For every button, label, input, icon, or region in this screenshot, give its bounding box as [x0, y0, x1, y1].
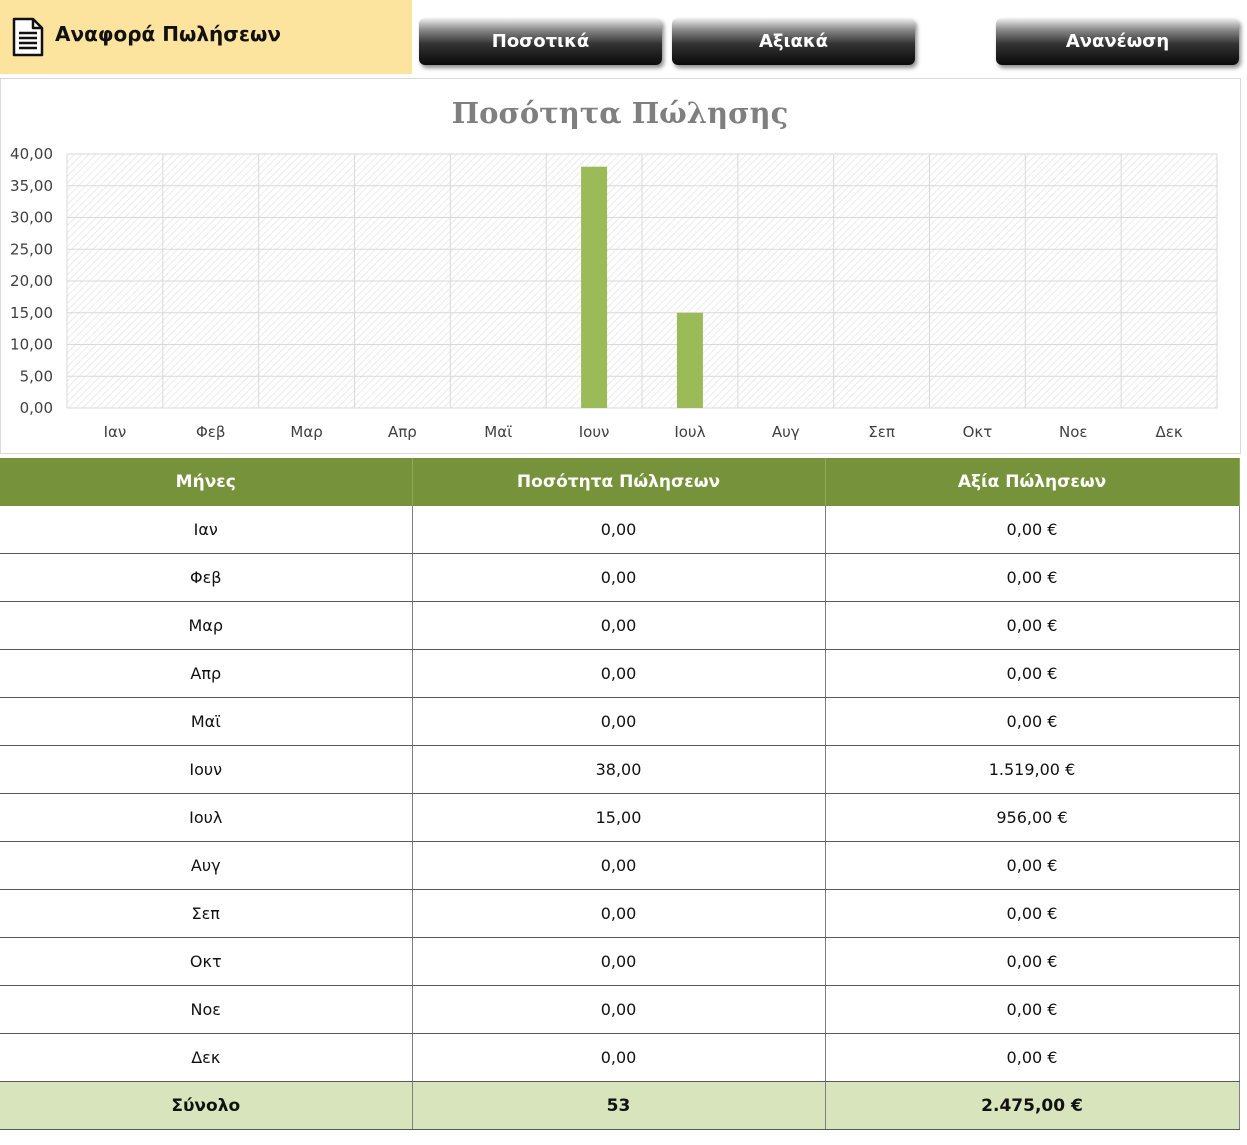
x-tick-label: Φεβ — [196, 423, 226, 441]
table-row: Απρ 0,00 0,00 € — [0, 649, 1240, 698]
quantity-cell[interactable]: 38,00 — [412, 745, 826, 794]
x-tick-label: Απρ — [388, 423, 417, 441]
month-cell[interactable]: Ιαν — [0, 506, 413, 554]
report-title: Αναφορά Πωλήσεων — [55, 22, 281, 46]
table-row: Ιαν 0,00 0,00 € — [0, 506, 1240, 554]
total-value[interactable]: 2.475,00 € — [825, 1081, 1240, 1130]
month-cell[interactable]: Μαρ — [0, 601, 413, 650]
total-quantity[interactable]: 53 — [412, 1081, 826, 1130]
chart-canvas: Ποσότητα Πώλησης 0,00 5,00 10,00 15,00 20,00… — [10, 96, 1218, 441]
document-icon — [12, 17, 44, 57]
quantity-cell[interactable]: 0,00 — [412, 985, 826, 1034]
quantity-cell[interactable]: 15,00 — [412, 793, 826, 842]
x-tick-label: Μαϊ — [484, 423, 512, 441]
x-tick-label: Οκτ — [963, 423, 993, 441]
table-row: Δεκ 0,00 0,00 € — [0, 1033, 1240, 1082]
quantity-cell[interactable]: 0,00 — [412, 697, 826, 746]
month-cell[interactable]: Φεβ — [0, 553, 413, 602]
month-cell[interactable]: Νοε — [0, 985, 413, 1034]
refresh-button[interactable]: Ανανέωση — [996, 18, 1239, 65]
quantity-cell[interactable]: 0,00 — [412, 506, 826, 554]
table-row: Μαϊ 0,00 0,00 € — [0, 697, 1240, 746]
x-tick-label: Ιουλ — [674, 423, 705, 441]
x-tick-label: Νοε — [1059, 423, 1088, 441]
value-cell[interactable]: 0,00 € — [825, 985, 1240, 1034]
total-row: Σύνολο 53 2.475,00 € — [0, 1081, 1240, 1130]
table-row: Ιουν 38,00 1.519,00 € — [0, 745, 1240, 794]
report-title-box: Αναφορά Πωλήσεων — [0, 0, 412, 74]
x-tick-label: Σεπ — [868, 423, 895, 441]
table-row: Μαρ 0,00 0,00 € — [0, 601, 1240, 650]
y-tick-label: 40,00 — [10, 145, 53, 163]
value-cell[interactable]: 0,00 € — [825, 506, 1240, 554]
table-row: Σεπ 0,00 0,00 € — [0, 889, 1240, 938]
month-cell[interactable]: Οκτ — [0, 937, 413, 986]
month-cell[interactable]: Μαϊ — [0, 697, 413, 746]
y-tick-label: 15,00 — [10, 304, 53, 322]
y-tick-label: 10,00 — [10, 336, 53, 354]
table-row: Φεβ 0,00 0,00 € — [0, 553, 1240, 602]
sales-table: Μήνες Ποσότητα Πώλησεων Αξία Πώλησεων Ια… — [0, 458, 1240, 1130]
month-cell[interactable]: Ιουλ — [0, 793, 413, 842]
quantity-cell[interactable]: 0,00 — [412, 889, 826, 938]
y-tick-label: 0,00 — [20, 399, 53, 417]
bar-5 — [581, 166, 608, 408]
value-cell[interactable]: 0,00 € — [825, 889, 1240, 938]
y-tick-label: 5,00 — [20, 367, 53, 385]
header-months: Μήνες — [0, 458, 413, 506]
value-cell[interactable]: 0,00 € — [825, 649, 1240, 698]
month-cell[interactable]: Ιουν — [0, 745, 413, 794]
y-tick-label: 30,00 — [10, 209, 53, 227]
quantity-cell[interactable]: 0,00 — [412, 1033, 826, 1082]
value-cell[interactable]: 0,00 € — [825, 697, 1240, 746]
month-cell[interactable]: Απρ — [0, 649, 413, 698]
chart-title: Ποσότητα Πώλησης — [452, 96, 789, 130]
values-button[interactable]: Αξιακά — [672, 18, 915, 65]
sales-quantity-chart: Ποσότητα Πώλησης 0,00 5,00 10,00 15,00 20,00… — [0, 78, 1241, 454]
header-value: Αξία Πώλησεων — [825, 458, 1240, 506]
table-row: Ιουλ 15,00 956,00 € — [0, 793, 1240, 842]
month-cell[interactable]: Δεκ — [0, 1033, 413, 1082]
month-cell[interactable]: Σεπ — [0, 889, 413, 938]
month-cell[interactable]: Αυγ — [0, 841, 413, 890]
table-row: Αυγ 0,00 0,00 € — [0, 841, 1240, 890]
value-cell[interactable]: 0,00 € — [825, 553, 1240, 602]
total-label[interactable]: Σύνολο — [0, 1081, 413, 1130]
value-cell[interactable]: 956,00 € — [825, 793, 1240, 842]
quantity-cell[interactable]: 0,00 — [412, 841, 826, 890]
x-tick-label: Ιουν — [579, 423, 610, 441]
value-cell[interactable]: 0,00 € — [825, 601, 1240, 650]
y-tick-label: 20,00 — [10, 272, 53, 290]
quantities-button[interactable]: Ποσοτικά — [419, 18, 662, 65]
table-row: Νοε 0,00 0,00 € — [0, 985, 1240, 1034]
quantity-cell[interactable]: 0,00 — [412, 553, 826, 602]
bar-6 — [676, 312, 703, 408]
value-cell[interactable]: 0,00 € — [825, 841, 1240, 890]
header-quantity: Ποσότητα Πώλησεων — [412, 458, 826, 506]
table-header-row: Μήνες Ποσότητα Πώλησεων Αξία Πώλησεων — [0, 458, 1240, 506]
value-cell[interactable]: 1.519,00 € — [825, 745, 1240, 794]
plot-area: 0,00 5,00 10,00 15,00 20,00 25,00 30,00 35,00 40… — [10, 145, 1218, 441]
value-cell[interactable]: 0,00 € — [825, 937, 1240, 986]
quantity-cell[interactable]: 0,00 — [412, 937, 826, 986]
quantity-cell[interactable]: 0,00 — [412, 649, 826, 698]
x-tick-label: Ιαν — [104, 423, 127, 441]
x-tick-label: Μαρ — [290, 423, 322, 441]
x-tick-label: Αυγ — [772, 423, 800, 441]
quantity-cell[interactable]: 0,00 — [412, 601, 826, 650]
table-row: Οκτ 0,00 0,00 € — [0, 937, 1240, 986]
value-cell[interactable]: 0,00 € — [825, 1033, 1240, 1082]
y-tick-label: 35,00 — [10, 177, 53, 195]
y-tick-label: 25,00 — [10, 240, 53, 258]
x-tick-label: Δεκ — [1155, 423, 1182, 441]
